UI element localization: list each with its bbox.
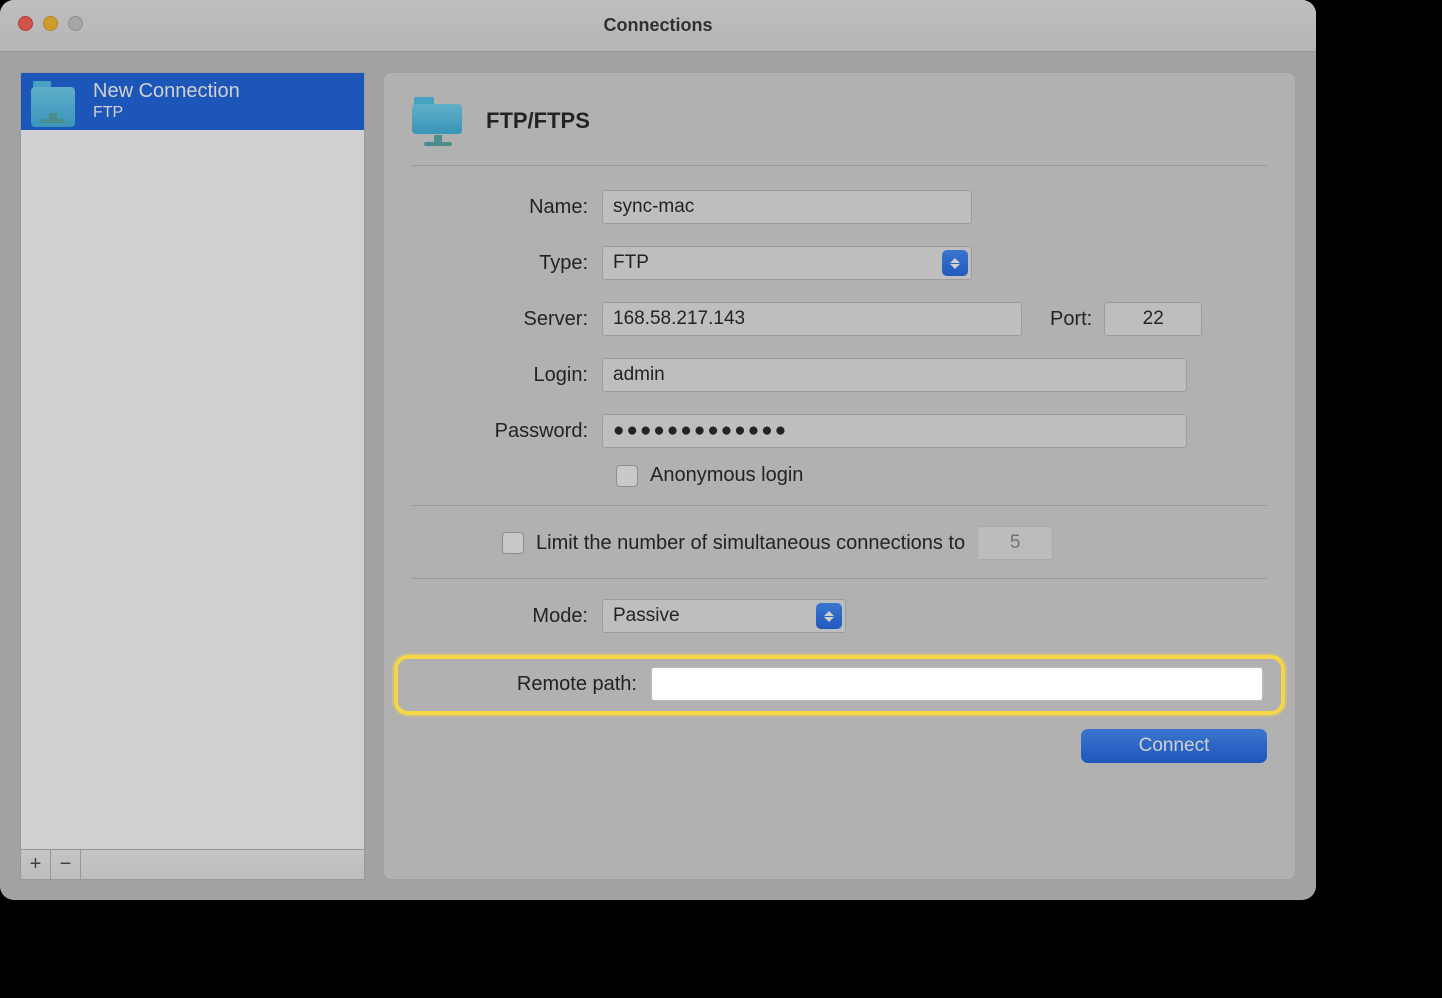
- name-input[interactable]: [602, 190, 972, 224]
- type-label: Type:: [412, 252, 602, 275]
- maximize-icon[interactable]: [68, 16, 83, 31]
- divider: [412, 505, 1267, 506]
- connect-button[interactable]: Connect: [1081, 729, 1267, 763]
- mode-select-value[interactable]: [602, 599, 846, 633]
- remove-connection-button[interactable]: −: [51, 850, 81, 879]
- port-label: Port:: [1050, 308, 1092, 331]
- traffic-lights: [18, 16, 83, 31]
- chevron-updown-icon[interactable]: [816, 603, 842, 629]
- password-input[interactable]: [602, 414, 1187, 448]
- password-label: Password:: [412, 420, 602, 443]
- name-label: Name:: [412, 196, 602, 219]
- limit-connections-input: [977, 526, 1053, 560]
- panel-title: FTP/FTPS: [486, 108, 590, 134]
- titlebar: Connections: [0, 0, 1316, 52]
- connection-form: Name: Type: Server: Port:: [412, 166, 1267, 763]
- server-input[interactable]: [602, 302, 1022, 336]
- panel-header: FTP/FTPS: [412, 97, 1267, 166]
- chevron-updown-icon[interactable]: [942, 250, 968, 276]
- login-input[interactable]: [602, 358, 1187, 392]
- remote-path-highlight: Remote path:: [394, 655, 1285, 715]
- anonymous-login-checkbox[interactable]: [616, 465, 638, 487]
- sidebar: New Connection FTP + −: [20, 72, 365, 880]
- sidebar-item-protocol: FTP: [93, 103, 240, 122]
- type-select-value[interactable]: [602, 246, 972, 280]
- sidebar-item-name: New Connection: [93, 79, 240, 103]
- minimize-icon[interactable]: [43, 16, 58, 31]
- window-title: Connections: [603, 15, 712, 36]
- close-icon[interactable]: [18, 16, 33, 31]
- divider: [412, 578, 1267, 579]
- sidebar-item-new-connection[interactable]: New Connection FTP: [21, 73, 364, 130]
- server-label: Server:: [412, 308, 602, 331]
- mode-select[interactable]: [602, 599, 846, 633]
- type-select[interactable]: [602, 246, 972, 280]
- login-label: Login:: [412, 364, 602, 387]
- network-folder-icon: [412, 97, 464, 145]
- limit-connections-label: Limit the number of simultaneous connect…: [536, 532, 965, 555]
- port-input[interactable]: [1104, 302, 1202, 336]
- network-folder-icon: [31, 81, 79, 121]
- mode-label: Mode:: [412, 605, 602, 628]
- connection-details-panel: FTP/FTPS Name: Type: Server:: [383, 72, 1296, 880]
- remote-path-label: Remote path:: [416, 673, 651, 696]
- sidebar-toolbar: + −: [20, 850, 365, 880]
- remote-path-input[interactable]: [651, 667, 1263, 701]
- connections-list[interactable]: New Connection FTP: [20, 72, 365, 850]
- anonymous-login-label: Anonymous login: [650, 464, 803, 487]
- connections-window: Connections New Connection FTP + −: [0, 0, 1316, 900]
- limit-connections-checkbox[interactable]: [502, 532, 524, 554]
- add-connection-button[interactable]: +: [21, 850, 51, 879]
